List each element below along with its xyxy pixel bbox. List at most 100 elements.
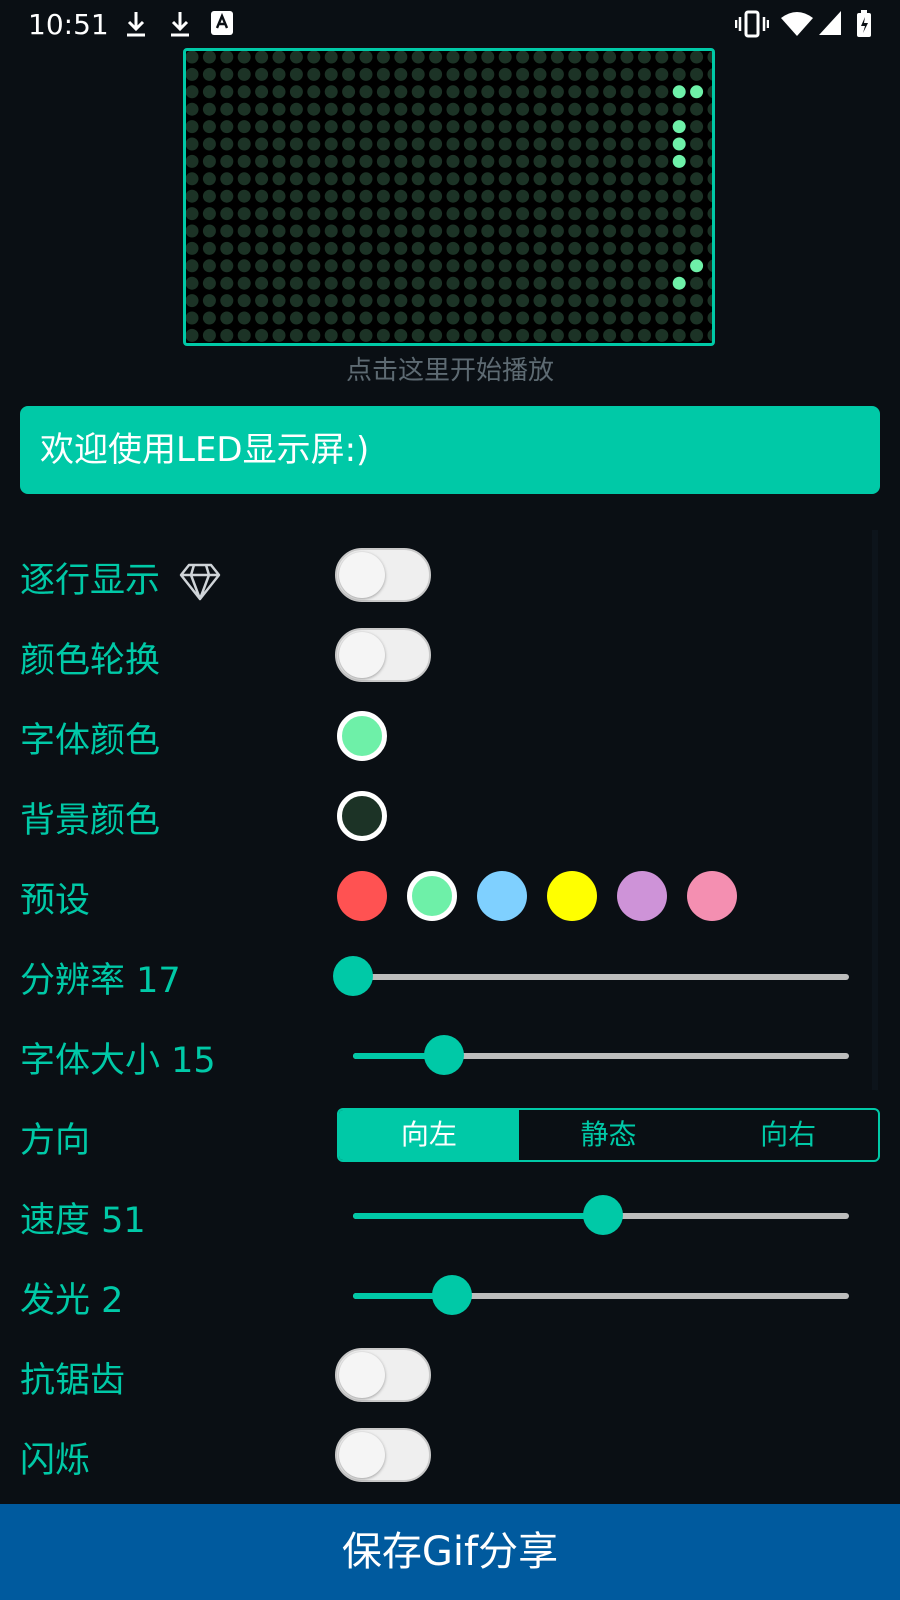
led-dot [255, 137, 269, 151]
led-dot [307, 259, 321, 273]
led-dot [655, 51, 669, 64]
led-dot [272, 224, 286, 238]
antialias-toggle[interactable] [335, 1348, 431, 1402]
led-dot [707, 277, 712, 290]
led-dot [429, 207, 443, 221]
led-dot [220, 207, 234, 221]
status-time: 10:51 [28, 8, 109, 41]
led-dot [394, 241, 408, 255]
preset-color-swatch[interactable] [547, 871, 597, 921]
direction-left-option[interactable]: 向左 [339, 1110, 519, 1160]
speed-slider[interactable] [353, 1195, 849, 1235]
led-dot [186, 207, 199, 221]
blink-toggle[interactable] [335, 1428, 431, 1482]
led-dot [394, 259, 408, 273]
led-dot [272, 189, 286, 203]
led-dot [533, 207, 547, 221]
slider-thumb[interactable] [333, 956, 373, 996]
led-dot [481, 328, 495, 342]
led-dot [637, 85, 651, 99]
led-dot [603, 241, 617, 255]
led-dot [568, 328, 582, 342]
led-dot [324, 137, 338, 151]
slider-thumb[interactable] [424, 1035, 464, 1075]
led-dot [429, 294, 443, 308]
line-display-toggle[interactable] [335, 548, 431, 602]
led-dot [550, 311, 564, 325]
led-dot [411, 51, 425, 64]
led-dot [446, 137, 460, 151]
led-dot [550, 276, 564, 290]
led-dot [463, 328, 477, 342]
play-hint[interactable]: 点击这里开始播放 [0, 350, 900, 387]
led-dot [690, 51, 704, 64]
led-dot [202, 311, 216, 325]
led-dot [359, 259, 373, 273]
led-dot [516, 224, 530, 238]
led-dot [620, 328, 634, 342]
led-dot [516, 294, 530, 308]
led-dot [186, 85, 199, 99]
font-color-swatch[interactable] [337, 711, 387, 761]
led-dot [463, 294, 477, 308]
led-dot [272, 241, 286, 255]
preset-color-swatch[interactable] [407, 871, 457, 921]
led-dot [359, 67, 373, 81]
slider-thumb[interactable] [583, 1195, 623, 1235]
led-dot [637, 294, 651, 308]
led-dot [672, 207, 686, 221]
led-dot [585, 328, 599, 342]
led-dot [463, 67, 477, 81]
led-dot [655, 259, 669, 273]
preset-color-swatch[interactable] [617, 871, 667, 921]
font-size-slider[interactable] [353, 1035, 849, 1075]
led-dot [359, 85, 373, 99]
led-dot [289, 172, 303, 186]
led-dot [533, 311, 547, 325]
led-dot [220, 328, 234, 342]
led-dot [307, 224, 321, 238]
led-dot [481, 294, 495, 308]
battery-icon [857, 10, 871, 37]
direction-static-option[interactable]: 静态 [519, 1110, 699, 1160]
led-dot [550, 294, 564, 308]
led-dot [446, 207, 460, 221]
led-dot [255, 85, 269, 99]
bg-color-swatch[interactable] [337, 791, 387, 841]
led-dot [603, 328, 617, 342]
led-dot [568, 311, 582, 325]
led-dot [202, 154, 216, 168]
led-dot [707, 329, 712, 342]
led-dot [463, 102, 477, 116]
preset-color-swatch[interactable] [477, 871, 527, 921]
led-preview[interactable] [183, 48, 715, 346]
led-dot [655, 276, 669, 290]
led-dot [498, 224, 512, 238]
preset-color-swatch[interactable] [687, 871, 737, 921]
led-text-input[interactable]: 欢迎使用LED显示屏:) [20, 406, 880, 494]
led-dot [220, 51, 234, 64]
led-dot [690, 276, 704, 290]
slider-fill [353, 1213, 603, 1219]
color-cycle-toggle[interactable] [335, 628, 431, 682]
led-dot [186, 51, 199, 64]
led-dot [342, 241, 356, 255]
led-dot [568, 85, 582, 99]
led-dot [707, 155, 712, 168]
led-dot [220, 154, 234, 168]
led-dot [446, 294, 460, 308]
led-dot [498, 276, 512, 290]
preset-color-swatch[interactable] [337, 871, 387, 921]
save-gif-share-button[interactable]: 保存Gif分享 [0, 1504, 900, 1600]
slider-thumb[interactable] [432, 1275, 472, 1315]
led-dot [550, 67, 564, 81]
led-dot [603, 51, 617, 64]
led-dot [585, 311, 599, 325]
led-dot [429, 259, 443, 273]
resolution-slider[interactable] [333, 956, 849, 996]
led-dot [585, 189, 599, 203]
led-dot [202, 276, 216, 290]
direction-right-option[interactable]: 向右 [698, 1110, 878, 1160]
led-dot [603, 154, 617, 168]
glow-slider[interactable] [353, 1275, 849, 1315]
